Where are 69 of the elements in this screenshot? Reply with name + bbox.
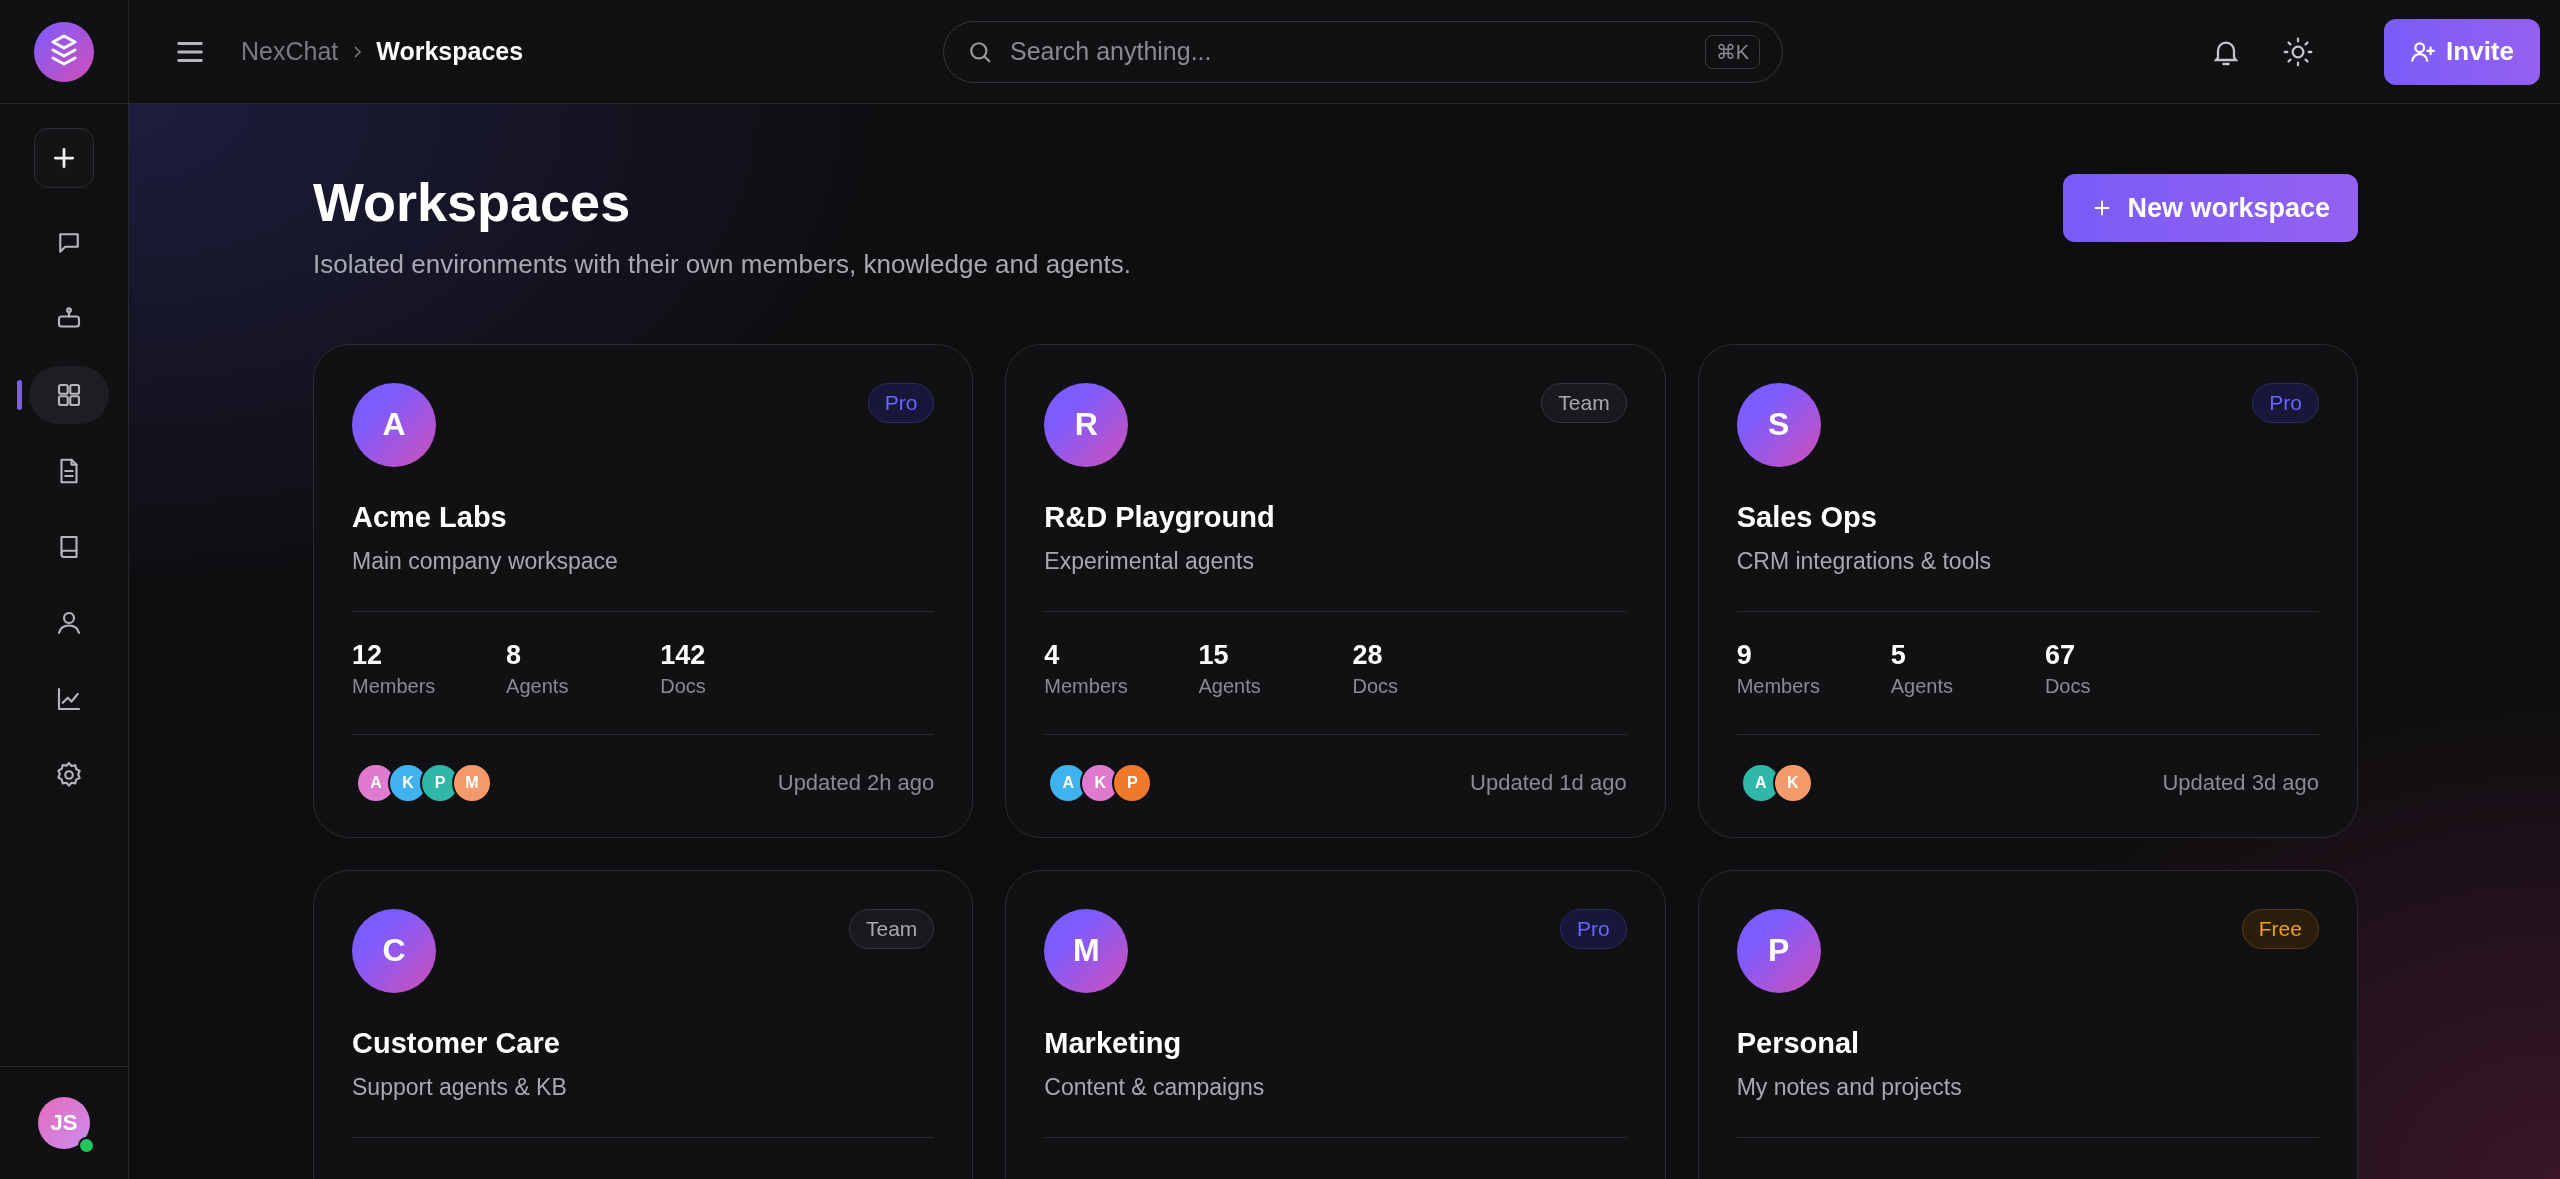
plan-tag: Team (848, 908, 935, 949)
stat-label: Docs (2044, 674, 2092, 698)
workspace-name: Marketing (1044, 1026, 1183, 1060)
breadcrumb-link[interactable]: NexChat (241, 37, 339, 66)
stat-value: 67 (2044, 639, 2076, 671)
updated-time: Updated 3d ago (2162, 769, 2319, 796)
stat-value: 9 (1736, 639, 1753, 671)
stat-value: 28 (1352, 639, 1384, 671)
stat-value: 142 (660, 639, 707, 671)
updated-time: Updated 1d ago (1470, 769, 1627, 796)
settings-icon (54, 760, 84, 790)
new-workspace-button[interactable]: New workspace (2063, 174, 2358, 242)
new-chat-button[interactable] (34, 128, 94, 188)
workspace-card[interactable]: R Team R&D Playground Experimental agents 4 Members 15 Agents 28 Docs A K P Updated 1d ago (1005, 343, 1666, 838)
workspace-description: Content & campaigns (1044, 1073, 1266, 1101)
stat-value: 8 (506, 639, 523, 671)
stat-value: 12 (352, 639, 384, 671)
workspace-description: Experimental agents (1044, 547, 1255, 575)
workspace-description: Main company workspace (352, 547, 619, 575)
page-title: Workspaces (313, 171, 632, 234)
stat-label: Members (352, 674, 437, 698)
active-indicator (17, 380, 22, 410)
member-avatar: P (1112, 762, 1153, 803)
member-avatar: K (1772, 762, 1813, 803)
workspace-card[interactable]: S Pro Sales Ops CRM integrations & tools 9 Members 5 Agents 67 Docs A K Updated 3d ago (1697, 343, 2358, 838)
logo-icon[interactable] (34, 21, 94, 82)
workspace-avatar: R (1044, 382, 1129, 467)
stat-label: Docs (1352, 674, 1400, 698)
workspace-name: R&D Playground (1044, 500, 1276, 534)
plan-tag: Pro (2252, 382, 2319, 423)
workspace-card[interactable]: C Team Customer Care Support agents & KB (313, 869, 974, 1179)
stat-value: 15 (1198, 639, 1230, 671)
workspace-description: CRM integrations & tools (1736, 547, 1993, 575)
member-avatar: M (452, 762, 492, 803)
breadcrumb-current: Workspaces (376, 37, 524, 66)
plan-tag: Pro (1559, 908, 1627, 949)
invite-button[interactable]: Invite (2384, 18, 2540, 85)
workspace-description: Support agents & KB (352, 1073, 568, 1101)
workspace-description: My notes and projects (1736, 1073, 1963, 1101)
workspace-name: Sales Ops (1736, 500, 1878, 534)
shortcut-hint: ⌘K (1704, 34, 1760, 69)
workspace-card[interactable]: A Pro Acme Labs Main company workspace 12 Members 8 Agents 142 Docs A K P M Updated 2h ago (313, 343, 974, 838)
workspace-name: Customer Care (352, 1026, 561, 1060)
workspace-avatar: A (352, 382, 436, 467)
sun-icon[interactable] (2282, 35, 2315, 68)
workspace-name: Acme Labs (352, 500, 508, 534)
stat-value: 5 (1890, 639, 1907, 671)
workspace-card[interactable]: P Free Personal My notes and projects (1697, 869, 2358, 1179)
workspace-avatar: C (352, 908, 436, 993)
updated-time: Updated 2h ago (777, 769, 935, 796)
workspace-avatar: S (1736, 382, 1821, 467)
stat-value: 4 (1044, 639, 1061, 671)
workspace-name: Personal (1736, 1026, 1861, 1060)
workspace-avatar: M (1044, 908, 1129, 993)
stat-label: Members (1044, 674, 1129, 698)
stat-label: Docs (660, 674, 707, 698)
stat-label: Agents (1890, 674, 1955, 698)
workspace-card[interactable]: M Pro Marketing Content & campaigns (1005, 869, 1666, 1179)
page-subtitle: Isolated environments with their own members, knowledge and agents. (313, 248, 1131, 280)
stat-label: Agents (1198, 674, 1262, 698)
plan-tag: Team (1541, 382, 1627, 423)
stat-label: Agents (506, 674, 570, 698)
plan-tag: Free (2241, 908, 2319, 949)
search-field[interactable]: Search anything... ⌘K (943, 20, 1783, 83)
search-input[interactable]: Search anything... (1008, 36, 1691, 67)
plan-tag: Pro (867, 382, 935, 423)
workspace-avatar: P (1736, 908, 1821, 993)
stat-label: Members (1736, 674, 1821, 698)
chevron-right-icon (352, 43, 363, 60)
